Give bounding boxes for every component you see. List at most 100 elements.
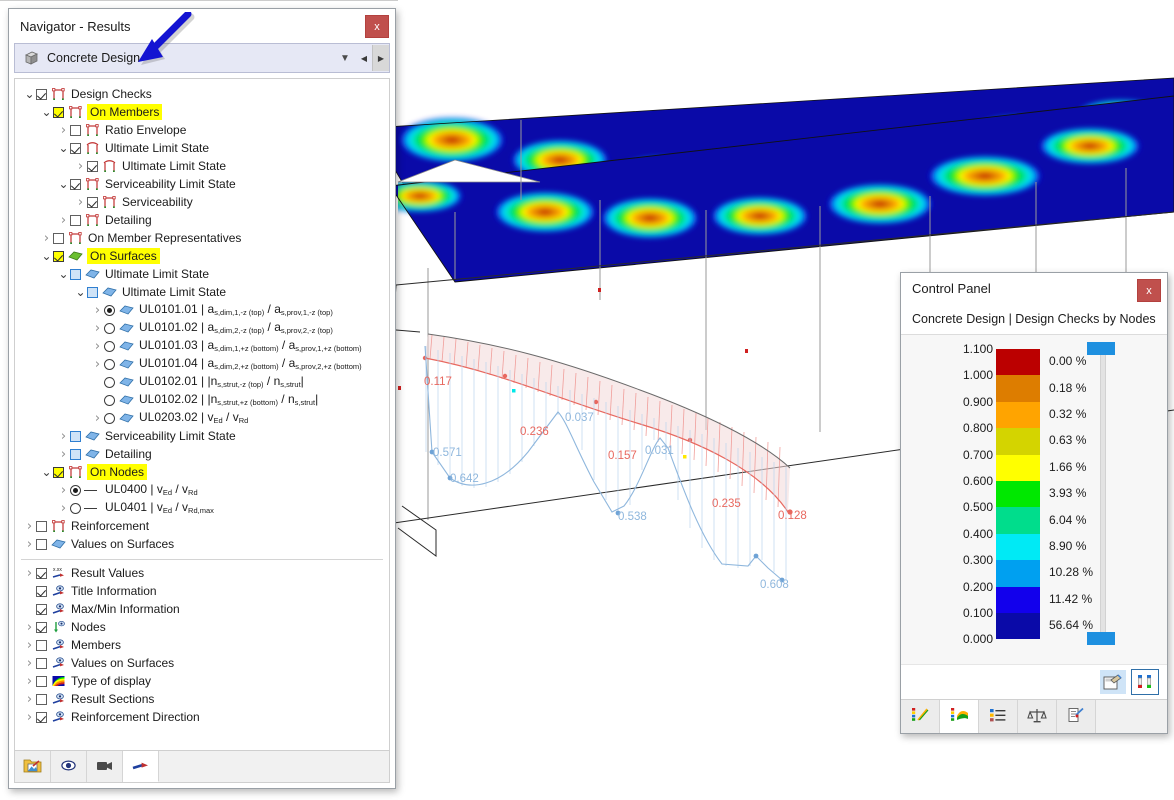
expander-expand-icon[interactable]: › <box>23 520 36 533</box>
tree-row-ul010101[interactable]: › UL0101.01 | as,dim,1,-z (top) / as,prov… <box>15 301 389 319</box>
checkbox-members[interactable] <box>36 639 47 651</box>
tree-row-on-member-representatives[interactable]: › On Member Representatives <box>15 229 389 247</box>
tree-row-on-nodes[interactable]: ⌄ On Nodes <box>15 463 389 481</box>
footer-tab-views-navigator[interactable] <box>87 751 123 782</box>
control-tab-cp-tab-color-spectrum[interactable] <box>901 700 940 733</box>
expander-expand-icon[interactable]: › <box>91 412 104 425</box>
checkbox-detailing-members[interactable] <box>70 214 81 226</box>
checkbox-uls-surfaces-sub[interactable] <box>87 286 98 298</box>
checkbox-on-surfaces[interactable] <box>53 250 64 262</box>
radio-ul010104[interactable] <box>104 358 115 370</box>
radio-ul010103[interactable] <box>104 340 115 352</box>
checkbox-values-on-surfaces-1[interactable] <box>36 538 47 550</box>
tree-row-uls-surfaces-sub[interactable]: ⌄ Ultimate Limit State <box>15 283 389 301</box>
expander-expand-icon[interactable]: › <box>23 621 36 634</box>
expander-expand-icon[interactable]: › <box>91 358 104 371</box>
checkbox-uls-members[interactable] <box>70 142 81 154</box>
expander-expand-icon[interactable]: › <box>74 160 87 173</box>
expander-expand-icon[interactable]: › <box>91 322 104 335</box>
control-tab-cp-tab-display-factors[interactable] <box>940 700 979 733</box>
color-scale-legend[interactable]: 1.100 1.000 0.900 0.800 0.700 0.600 0.500 0.400… <box>901 335 1167 664</box>
control-panel-action-buttons[interactable] <box>901 664 1167 699</box>
checkbox-sls-surfaces[interactable] <box>70 430 81 442</box>
tree-row-on-surfaces[interactable]: ⌄ On Surfaces <box>15 247 389 265</box>
color-band-9[interactable] <box>996 586 1040 613</box>
expander-expand-icon[interactable]: › <box>23 693 36 706</box>
footer-tab-results-navigator[interactable] <box>123 751 159 782</box>
chevron-down-icon[interactable]: ▼ <box>334 53 356 64</box>
slider-thumb-min[interactable] <box>1087 632 1115 646</box>
control-panel-tabs[interactable] <box>901 699 1167 733</box>
checkbox-ratio-envelope[interactable] <box>70 124 81 136</box>
checkbox-result-sections[interactable] <box>36 693 47 705</box>
expander-expand-icon[interactable]: › <box>57 214 70 227</box>
tree-row-sls-members-sub[interactable]: › Serviceability <box>15 193 389 211</box>
checkbox-on-nodes[interactable] <box>53 466 64 478</box>
tree-row-design-checks[interactable]: ⌄ Design Checks <box>15 85 389 103</box>
checkbox-nodes[interactable] <box>36 621 47 633</box>
checkbox-reinforcement[interactable] <box>36 520 47 532</box>
checkbox-reinforcement-direction[interactable] <box>36 711 47 723</box>
next-module-button[interactable]: ▶ <box>372 45 389 71</box>
checkbox-title-information[interactable] <box>36 585 47 597</box>
tree-row-uls-members[interactable]: ⌄ Ultimate Limit State <box>15 139 389 157</box>
tree-row-reinforcement-direction[interactable]: › Reinforcement Direction <box>15 708 389 726</box>
checkbox-sls-members-sub[interactable] <box>87 196 98 208</box>
expander-collapse-icon[interactable]: ⌄ <box>40 106 53 118</box>
tree-row-uls-surfaces[interactable]: ⌄ Ultimate Limit State <box>15 265 389 283</box>
tree-row-values-on-surfaces-1[interactable]: › Values on Surfaces <box>15 535 389 553</box>
tree-row-uls-members-sub[interactable]: › Ultimate Limit State <box>15 157 389 175</box>
tree-row-result-sections[interactable]: › Result Sections <box>15 690 389 708</box>
prev-module-button[interactable]: ◀ <box>356 45 372 71</box>
expander-collapse-icon[interactable]: ⌄ <box>57 178 70 190</box>
checkbox-sls-members[interactable] <box>70 178 81 190</box>
tree-row-reinforcement[interactable]: › Reinforcement <box>15 517 389 535</box>
control-tab-cp-tab-settings[interactable] <box>1057 700 1096 733</box>
expander-expand-icon[interactable]: › <box>57 430 70 443</box>
tree-row-type-of-display[interactable]: › Type of display <box>15 672 389 690</box>
tree-row-maxmin-information[interactable]: Max/Min Information <box>15 600 389 618</box>
checkbox-type-of-display[interactable] <box>36 675 47 687</box>
checkbox-maxmin-information[interactable] <box>36 603 47 615</box>
color-band-7[interactable] <box>996 533 1040 561</box>
tree-row-ul010102[interactable]: › UL0101.02 | as,dim,2,-z (top) / as,prov… <box>15 319 389 337</box>
expander-expand-icon[interactable]: › <box>23 639 36 652</box>
control-tab-cp-tab-scales[interactable] <box>1018 700 1057 733</box>
radio-ul010202[interactable] <box>104 394 115 406</box>
tree-row-sls-members[interactable]: ⌄ Serviceability Limit State <box>15 175 389 193</box>
radio-ul0401[interactable] <box>70 502 81 514</box>
footer-tab-project-navigator[interactable] <box>15 751 51 782</box>
tree-row-nodes[interactable]: › Nodes <box>15 618 389 636</box>
tree-row-sls-surfaces[interactable]: › Serviceability Limit State <box>15 427 389 445</box>
radio-ul0400[interactable] <box>70 484 81 496</box>
expander-collapse-icon[interactable]: ⌄ <box>40 250 53 262</box>
navigator-close-button[interactable]: x <box>365 15 389 38</box>
expander-expand-icon[interactable]: › <box>57 484 70 497</box>
expander-expand-icon[interactable]: › <box>91 340 104 353</box>
radio-ul010201[interactable] <box>104 376 115 388</box>
radio-ul010101[interactable] <box>104 304 115 316</box>
tree-row-ul010104[interactable]: › UL0101.04 | as,dim,2,+z (bottom) / as,p… <box>15 355 389 373</box>
tree-row-ul010202[interactable]: UL0102.02 | |ns,strut,+z (bottom) / ns,s… <box>15 391 389 409</box>
expander-expand-icon[interactable]: › <box>23 538 36 551</box>
display-options-tree[interactable]: › x.xx Result Values Title Information Ma… <box>15 560 389 750</box>
color-band-6[interactable] <box>996 507 1040 534</box>
checkbox-on-member-representatives[interactable] <box>53 232 64 244</box>
control-panel-close-button[interactable]: x <box>1137 279 1161 302</box>
radio-ul010102[interactable] <box>104 322 115 334</box>
color-band-2[interactable] <box>996 401 1040 429</box>
expander-collapse-icon[interactable]: ⌄ <box>57 268 70 280</box>
checkbox-design-checks[interactable] <box>36 88 47 100</box>
tree-row-result-values[interactable]: › x.xx Result Values <box>15 564 389 582</box>
tree-row-members[interactable]: › Members <box>15 636 389 654</box>
expander-expand-icon[interactable]: › <box>23 567 36 580</box>
expander-collapse-icon[interactable]: ⌄ <box>74 286 87 298</box>
checkbox-uls-members-sub[interactable] <box>87 160 98 172</box>
two-scales-icon[interactable] <box>1131 669 1159 695</box>
control-panel[interactable]: Control Panel x Concrete Design | Design… <box>900 272 1168 734</box>
expander-expand-icon[interactable]: › <box>23 675 36 688</box>
color-band-4[interactable] <box>996 454 1040 481</box>
slider-thumb-max[interactable] <box>1087 342 1115 355</box>
color-band-5[interactable] <box>996 480 1040 508</box>
checkbox-values-on-surfaces-2[interactable] <box>36 657 47 669</box>
